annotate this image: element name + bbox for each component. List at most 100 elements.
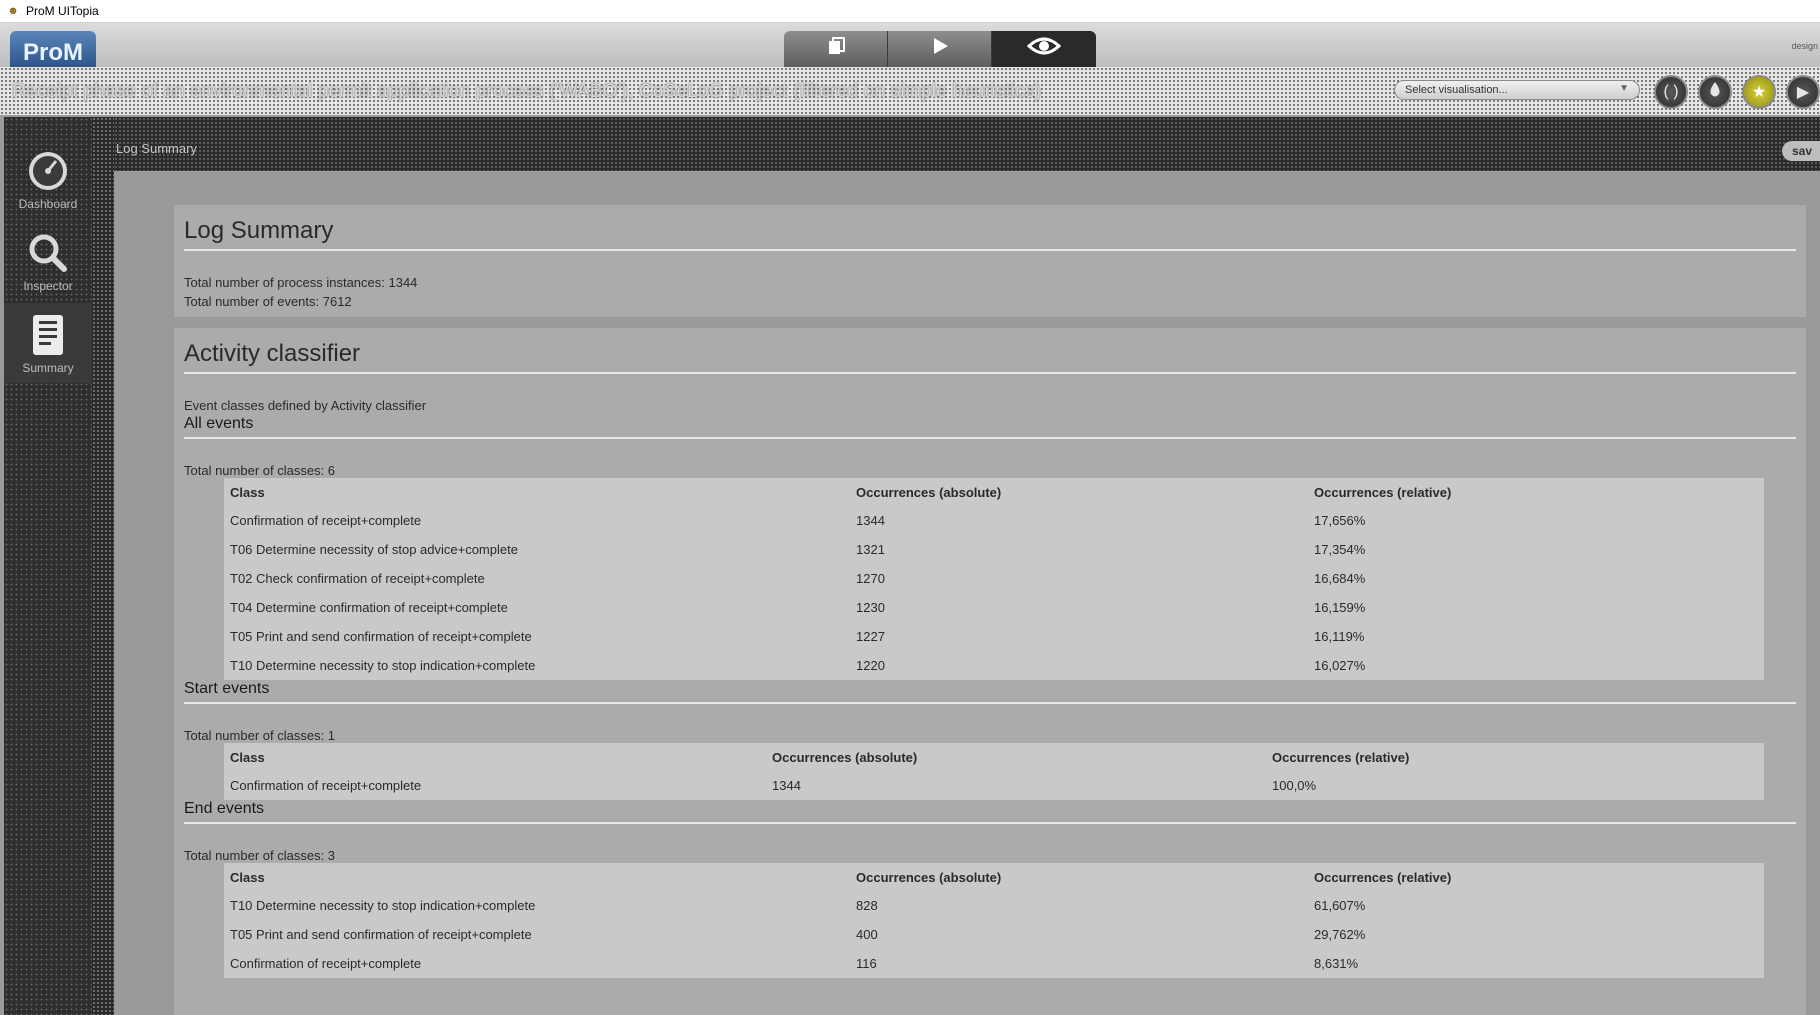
star-icon: ★ [1751,84,1767,101]
start-events-class-count: Total number of classes: 1 [184,728,336,743]
activity-classifier-panel: Activity classifier Event classes define… [174,328,1806,1015]
table-row: T06 Determine necessity of stop advice+c… [224,535,1764,564]
log-summary-heading: Log Summary [184,217,334,244]
prom-logo[interactable]: ProM [10,31,96,67]
play-icon: ▶ [1796,84,1810,101]
sidebar-divider [92,117,114,1015]
relative-cell: 16,684% [1314,571,1366,586]
play-icon [929,35,951,63]
sidebar-item-label: Inspector [23,279,73,293]
prom-app-icon: ☻ [7,5,19,17]
classifier-heading: Activity classifier [184,340,361,367]
run-button[interactable]: ▶ [1786,75,1820,109]
column-header: Class [230,484,265,500]
absolute-cell: 1344 [856,513,885,528]
table-row: T05 Print and send confirmation of recei… [224,920,1764,949]
relative-cell: 17,656% [1314,513,1366,528]
divider [184,372,1796,374]
workspace-button[interactable] [784,31,888,67]
end-events-table: Class Occurrences (absolute) Occurrences… [224,863,1764,978]
main-toolbar: ProM design [0,23,1820,67]
end-events-heading: End events [184,800,265,817]
absolute-cell: 1230 [856,600,885,615]
absolute-cell: 1227 [856,629,885,644]
classifier-description: Event classes defined by Activity classi… [184,398,427,413]
start-events-heading: Start events [184,680,270,697]
column-header: Class [230,749,265,765]
all-events-heading: All events [184,415,254,432]
visualisation-select[interactable]: Select visualisation... ▼ [1394,80,1640,100]
eye-icon [1026,35,1062,63]
class-cell: T05 Print and send confirmation of recei… [230,629,532,644]
designer-label: design [1791,41,1818,51]
sidebar-item-inspector[interactable]: Inspector [4,221,92,301]
relative-cell: 16,119% [1314,629,1365,644]
table-row: T10 Determine necessity to stop indicati… [224,651,1764,680]
actions-button[interactable] [888,31,992,67]
table-row: T05 Print and send confirmation of recei… [224,622,1764,651]
path-bar: Receipt phase of an environmental permit… [0,67,1820,115]
table-row: T04 Determine confirmation of receipt+co… [224,593,1764,622]
chevron-down-icon: ▼ [1619,83,1629,94]
column-header: Occurrences (absolute) [856,869,1002,885]
start-events-table: Class Occurrences (absolute) Occurrences… [224,743,1764,800]
visualisation-select-value: Select visualisation... [1405,84,1508,96]
table-header-row: Class Occurrences (absolute) Occurrences… [224,478,1764,506]
class-cell: T02 Check confirmation of receipt+comple… [230,571,485,586]
sidebar-item-dashboard[interactable]: Dashboard [4,139,92,219]
column-header: Occurrences (absolute) [772,749,918,765]
absolute-cell: 1344 [772,778,801,793]
absolute-cell: 1321 [856,542,885,557]
favorite-button[interactable]: ★ [1742,75,1776,109]
magnifier-icon [24,229,72,277]
absolute-cell: 828 [856,898,878,913]
save-button[interactable]: sav [1782,141,1820,161]
class-cell: T04 Determine confirmation of receipt+co… [230,600,508,615]
end-events-class-count: Total number of classes: 3 [184,848,336,863]
droplet-icon [1708,81,1722,104]
divider [184,249,1796,251]
column-header: Occurrences (relative) [1314,869,1452,885]
sidebar-item-label: Summary [22,361,74,375]
copy-icon [825,35,847,63]
class-cell: T05 Print and send confirmation of recei… [230,927,532,942]
class-cell: Confirmation of receipt+complete [230,513,422,528]
views-button[interactable] [992,31,1096,67]
class-cell: T10 Determine necessity to stop indicati… [230,658,536,673]
all-events-table: Class Occurrences (absolute) Occurrences… [224,478,1764,680]
table-row: T10 Determine necessity to stop indicati… [224,891,1764,920]
sidebar-item-label: Dashboard [18,197,78,211]
window-title: ProM UITopia [26,4,99,18]
divider [184,702,1796,704]
class-cell: Confirmation of receipt+complete [230,778,422,793]
dashboard-icon [24,147,72,195]
relative-cell: 17,354% [1314,542,1366,557]
class-cell: T06 Determine necessity of stop advice+c… [230,542,518,557]
divider [184,822,1796,824]
class-cell: Confirmation of receipt+complete [230,956,422,971]
divider [184,437,1796,439]
table-row: Confirmation of receipt+complete 116 8,6… [224,949,1764,978]
content-header: Log Summary sav [114,117,1820,171]
relative-cell: 16,159% [1314,600,1366,615]
absolute-cell: 1220 [856,658,885,673]
drop-button[interactable] [1698,75,1732,109]
absolute-cell: 1270 [856,571,885,586]
relative-cell: 61,607% [1314,898,1366,913]
absolute-cell: 116 [856,956,877,971]
table-row: T02 Check confirmation of receipt+comple… [224,564,1764,593]
column-header: Occurrences (absolute) [856,484,1002,500]
absolute-cell: 400 [856,927,878,942]
sidebar-item-summary[interactable]: Summary [4,303,92,383]
relative-cell: 29,762% [1314,927,1366,942]
relative-cell: 16,027% [1314,658,1366,673]
export-button[interactable]: ( ) [1654,75,1688,109]
process-instances-count: Total number of process instances: 1344 [184,275,418,290]
document-icon [24,311,72,359]
table-row: Confirmation of receipt+complete 1344 17… [224,506,1764,535]
column-header: Occurrences (relative) [1314,484,1452,500]
sidebar: Dashboard Inspector Summary [4,117,92,1015]
column-header: Occurrences (relative) [1272,749,1410,765]
log-path-text: Receipt phase of an environmental permit… [12,81,1042,102]
table-header-row: Class Occurrences (absolute) Occurrences… [224,743,1764,771]
